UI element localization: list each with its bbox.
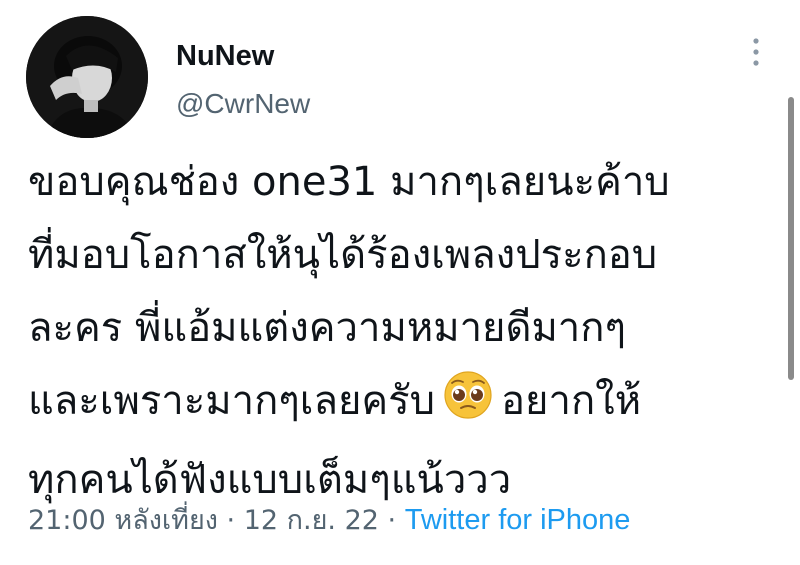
pleading-face-emoji-icon bbox=[443, 370, 493, 444]
meta-separator: · bbox=[226, 505, 236, 536]
tweet-time[interactable]: 21:00 หลังเที่ยง bbox=[28, 505, 218, 536]
tweet-detail: NuNew @CwrNew ขอบคุณช่อง one31 มากๆเลยนะ… bbox=[0, 0, 800, 565]
tweet-date[interactable]: 12 ก.ย. 22 bbox=[244, 505, 379, 536]
scrollbar-thumb[interactable] bbox=[788, 97, 794, 380]
tweet-source-link[interactable]: Twitter for iPhone bbox=[405, 504, 631, 536]
tweet-text: ขอบคุณช่อง one31 มากๆเลยนะค้าบ ที่มอบโอก… bbox=[28, 146, 778, 517]
tweet-metadata: 21:00 หลังเที่ยง · 12 ก.ย. 22 · Twitter … bbox=[28, 500, 630, 541]
more-vertical-icon bbox=[753, 38, 759, 66]
meta-separator: · bbox=[387, 505, 397, 536]
author-display-name[interactable]: NuNew bbox=[176, 38, 274, 74]
avatar[interactable] bbox=[26, 16, 148, 138]
tweet-text-line: ที่มอบโอกาสให้นุได้ร้องเพลงประกอบ bbox=[28, 232, 658, 278]
tweet-text-line-with-emoji: และเพราะมากๆเลยครับ อยากให้ bbox=[28, 365, 778, 444]
avatar-photo bbox=[26, 16, 148, 138]
tweet-text-line: ขอบคุณช่อง one31 มากๆเลยนะค้าบ bbox=[28, 159, 670, 205]
tweet-text-segment: อยากให้ bbox=[501, 378, 642, 424]
tweet-text-segment: และเพราะมากๆเลยครับ bbox=[28, 378, 436, 424]
author-handle[interactable]: @CwrNew bbox=[176, 86, 310, 122]
more-options-button[interactable] bbox=[738, 30, 774, 74]
tweet-text-line: ละคร พี่แอ้มแต่งความหมายดีมากๆ bbox=[28, 305, 626, 351]
